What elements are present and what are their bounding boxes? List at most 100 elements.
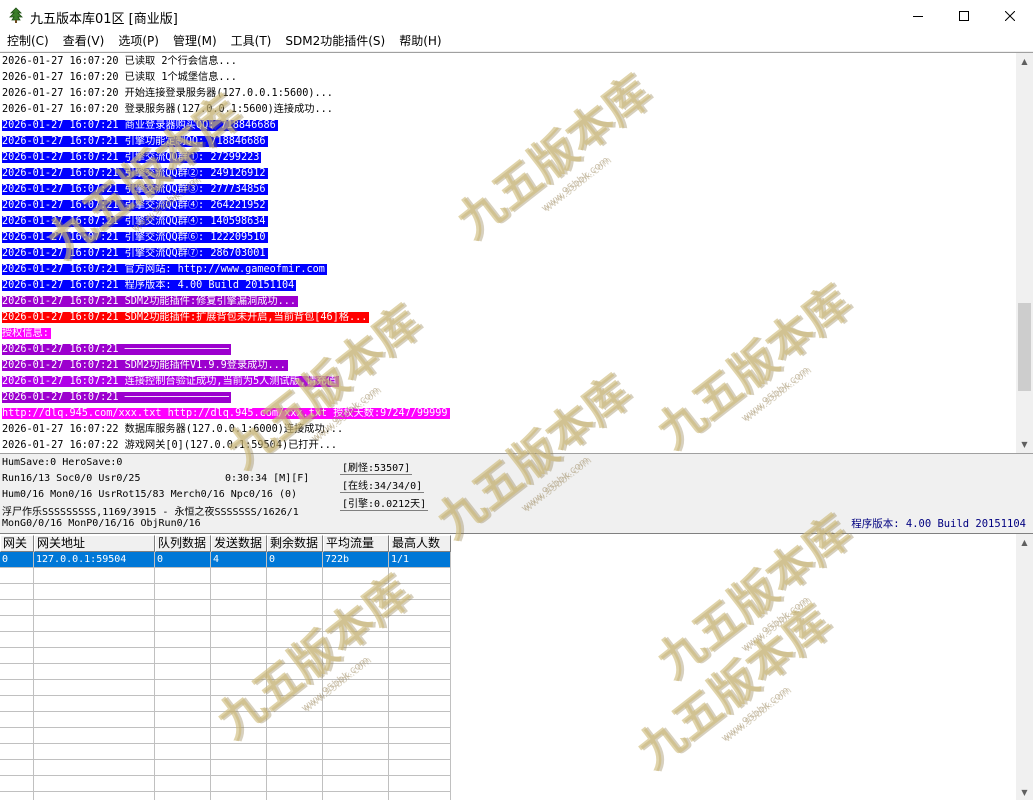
grid-scroll-up-icon[interactable]: ▲ [1016,534,1033,551]
status-time: 0:30:34 [M][F] [225,473,310,484]
table-row-empty[interactable] [0,744,451,760]
log-line-text: 2026-01-27 16:07:21 ───────────────── [2,392,231,403]
cell-avg-traffic [323,744,389,760]
menu-tools[interactable]: 工具(T) [224,31,279,51]
log-line-text: 2026-01-27 16:07:21 引擎功能定制QQ: 718846686 [2,136,268,147]
log-line: 2026-01-27 16:07:21 连接控制台验证成功,当前为5人测试版,请… [2,374,1012,390]
menu-control[interactable]: 控制(C) [0,31,56,51]
cell-remaining [267,632,323,648]
minimize-icon [913,15,923,17]
log-scroll-thumb[interactable] [1018,303,1031,391]
table-row-empty[interactable] [0,792,451,800]
cell-queue [155,712,211,728]
log-line: 2026-01-27 16:07:22 数据库服务器(127.0.0.1:600… [2,422,1012,438]
table-row-empty[interactable] [0,696,451,712]
log-lines: 2026-01-27 16:07:20 已读取 2个行会信息... 2026-01… [2,54,1012,453]
close-icon [1005,10,1015,21]
table-row-empty[interactable] [0,584,451,600]
cell-avg-traffic [323,648,389,664]
cell-remaining [267,744,323,760]
grid-header-queue[interactable]: 队列数据 [155,535,211,552]
cell-queue [155,696,211,712]
window-title: 九五版本库01区 [商业版] [30,12,178,27]
log-line-text: 2026-01-27 16:07:22 数据库服务器(127.0.0.1:600… [2,424,344,435]
cell-avg-traffic [323,568,389,584]
log-line-text: 2026-01-27 16:07:21 引擎交流QQ群⑥: 122209510 [2,232,268,243]
table-row[interactable]: 0 127.0.0.1:59504 0 4 0 722b 1/1 [0,552,451,568]
menu-help[interactable]: 帮助(H) [392,31,448,51]
log-line: 2026-01-27 16:07:21 引擎功能定制QQ: 718846686 [2,134,1012,150]
cell-remaining [267,728,323,744]
log-line-text: 2026-01-27 16:07:21 SDM2功能插件:扩展背包未开启,当前背… [2,312,370,323]
cell-sent [211,712,267,728]
close-button[interactable] [987,0,1033,31]
cell-remaining [267,616,323,632]
cell-remaining [267,712,323,728]
cell-gateway [0,712,34,728]
grid-header-gateway[interactable]: 网关 [0,535,34,552]
grid-header-sent[interactable]: 发送数据 [211,535,267,552]
log-line: 2026-01-27 16:07:21 SDM2功能插件:扩展背包未开启,当前背… [2,310,1012,326]
table-row-empty[interactable] [0,600,451,616]
maximize-icon [959,10,969,21]
cell-max-users [389,744,451,760]
grid-header-remaining[interactable]: 剩余数据 [267,535,323,552]
cell-address [34,760,155,776]
log-line-text: 2026-01-27 16:07:21 引擎交流QQ群①: 27299223 [2,152,262,163]
menu-manage[interactable]: 管理(M) [166,31,224,51]
log-line-text: 2026-01-27 16:07:21 引擎交流QQ群⑦: 286703001 [2,248,268,259]
cell-gateway [0,568,34,584]
log-scrollbar[interactable]: ▲ ▼ [1016,53,1033,453]
log-line: 2026-01-27 16:07:20 开始连接登录服务器(127.0.0.1:… [2,86,1012,102]
grid-body: 0 127.0.0.1:59504 0 4 0 722b 1/1 [0,552,451,800]
grid-scrollbar[interactable]: ▲ ▼ [1016,534,1033,800]
table-row-empty[interactable] [0,632,451,648]
table-row-empty[interactable] [0,568,451,584]
log-line-text: 2026-01-27 16:07:21 程序版本: 4.00 Build 201… [2,280,297,291]
cell-avg-traffic [323,792,389,800]
menu-view[interactable]: 查看(V) [56,31,112,51]
log-line: 2026-01-27 16:07:21 程序版本: 4.00 Build 201… [2,278,1012,294]
cell-sent [211,568,267,584]
table-row-empty[interactable] [0,664,451,680]
log-panel[interactable]: 2026-01-27 16:07:20 已读取 2个行会信息... 2026-01… [0,52,1033,454]
gateway-grid[interactable]: 网关 网关地址 队列数据 发送数据 剩余数据 平均流量 最高人数 0 127.0.… [0,533,1033,800]
table-row-empty[interactable] [0,648,451,664]
log-line-text: 2026-01-27 16:07:22 游戏网关[0](127.0.0.1:59… [2,440,338,451]
cell-sent [211,696,267,712]
status-refresh: [刷怪:53507] [340,459,413,475]
table-row-empty[interactable] [0,680,451,696]
table-row-empty[interactable] [0,760,451,776]
grid-header-address[interactable]: 网关地址 [34,535,155,552]
title-bar: 九五版本库01区 [商业版] [0,0,1033,31]
cell-sent [211,760,267,776]
menu-options[interactable]: 选项(P) [111,31,166,51]
cell-sent [211,792,267,800]
cell-gateway [0,648,34,664]
grid-header-avg-traffic[interactable]: 平均流量 [323,535,389,552]
cell-address [34,584,155,600]
grid-header-max-users[interactable]: 最高人数 [389,535,451,552]
log-line-text: 2026-01-27 16:07:20 已读取 2个行会信息... [2,56,237,67]
maximize-button[interactable] [941,0,987,31]
menu-sdm2-plugin[interactable]: SDM2功能插件(S) [278,31,392,51]
cell-remaining [267,648,323,664]
scroll-up-icon[interactable]: ▲ [1016,53,1033,70]
cell-gateway [0,680,34,696]
grid-scroll-down-icon[interactable]: ▼ [1016,784,1033,800]
table-row-empty[interactable] [0,712,451,728]
table-row-empty[interactable] [0,728,451,744]
cell-max-users [389,760,451,776]
log-line-text: 2026-01-27 16:07:21 引擎交流QQ群②: 249126912 [2,168,268,179]
cell-gateway [0,744,34,760]
minimize-button[interactable] [895,0,941,31]
log-line: 2026-01-27 16:07:21 引擎交流QQ群④: 264221952 [2,198,1012,214]
scroll-down-icon[interactable]: ▼ [1016,436,1033,453]
cell-sent [211,632,267,648]
table-row-empty[interactable] [0,776,451,792]
table-row-empty[interactable] [0,616,451,632]
cell-sent [211,744,267,760]
cell-max-users [389,616,451,632]
cell-gateway [0,600,34,616]
status-hum-save: HumSave:0 HeroSave:0 [2,457,123,468]
